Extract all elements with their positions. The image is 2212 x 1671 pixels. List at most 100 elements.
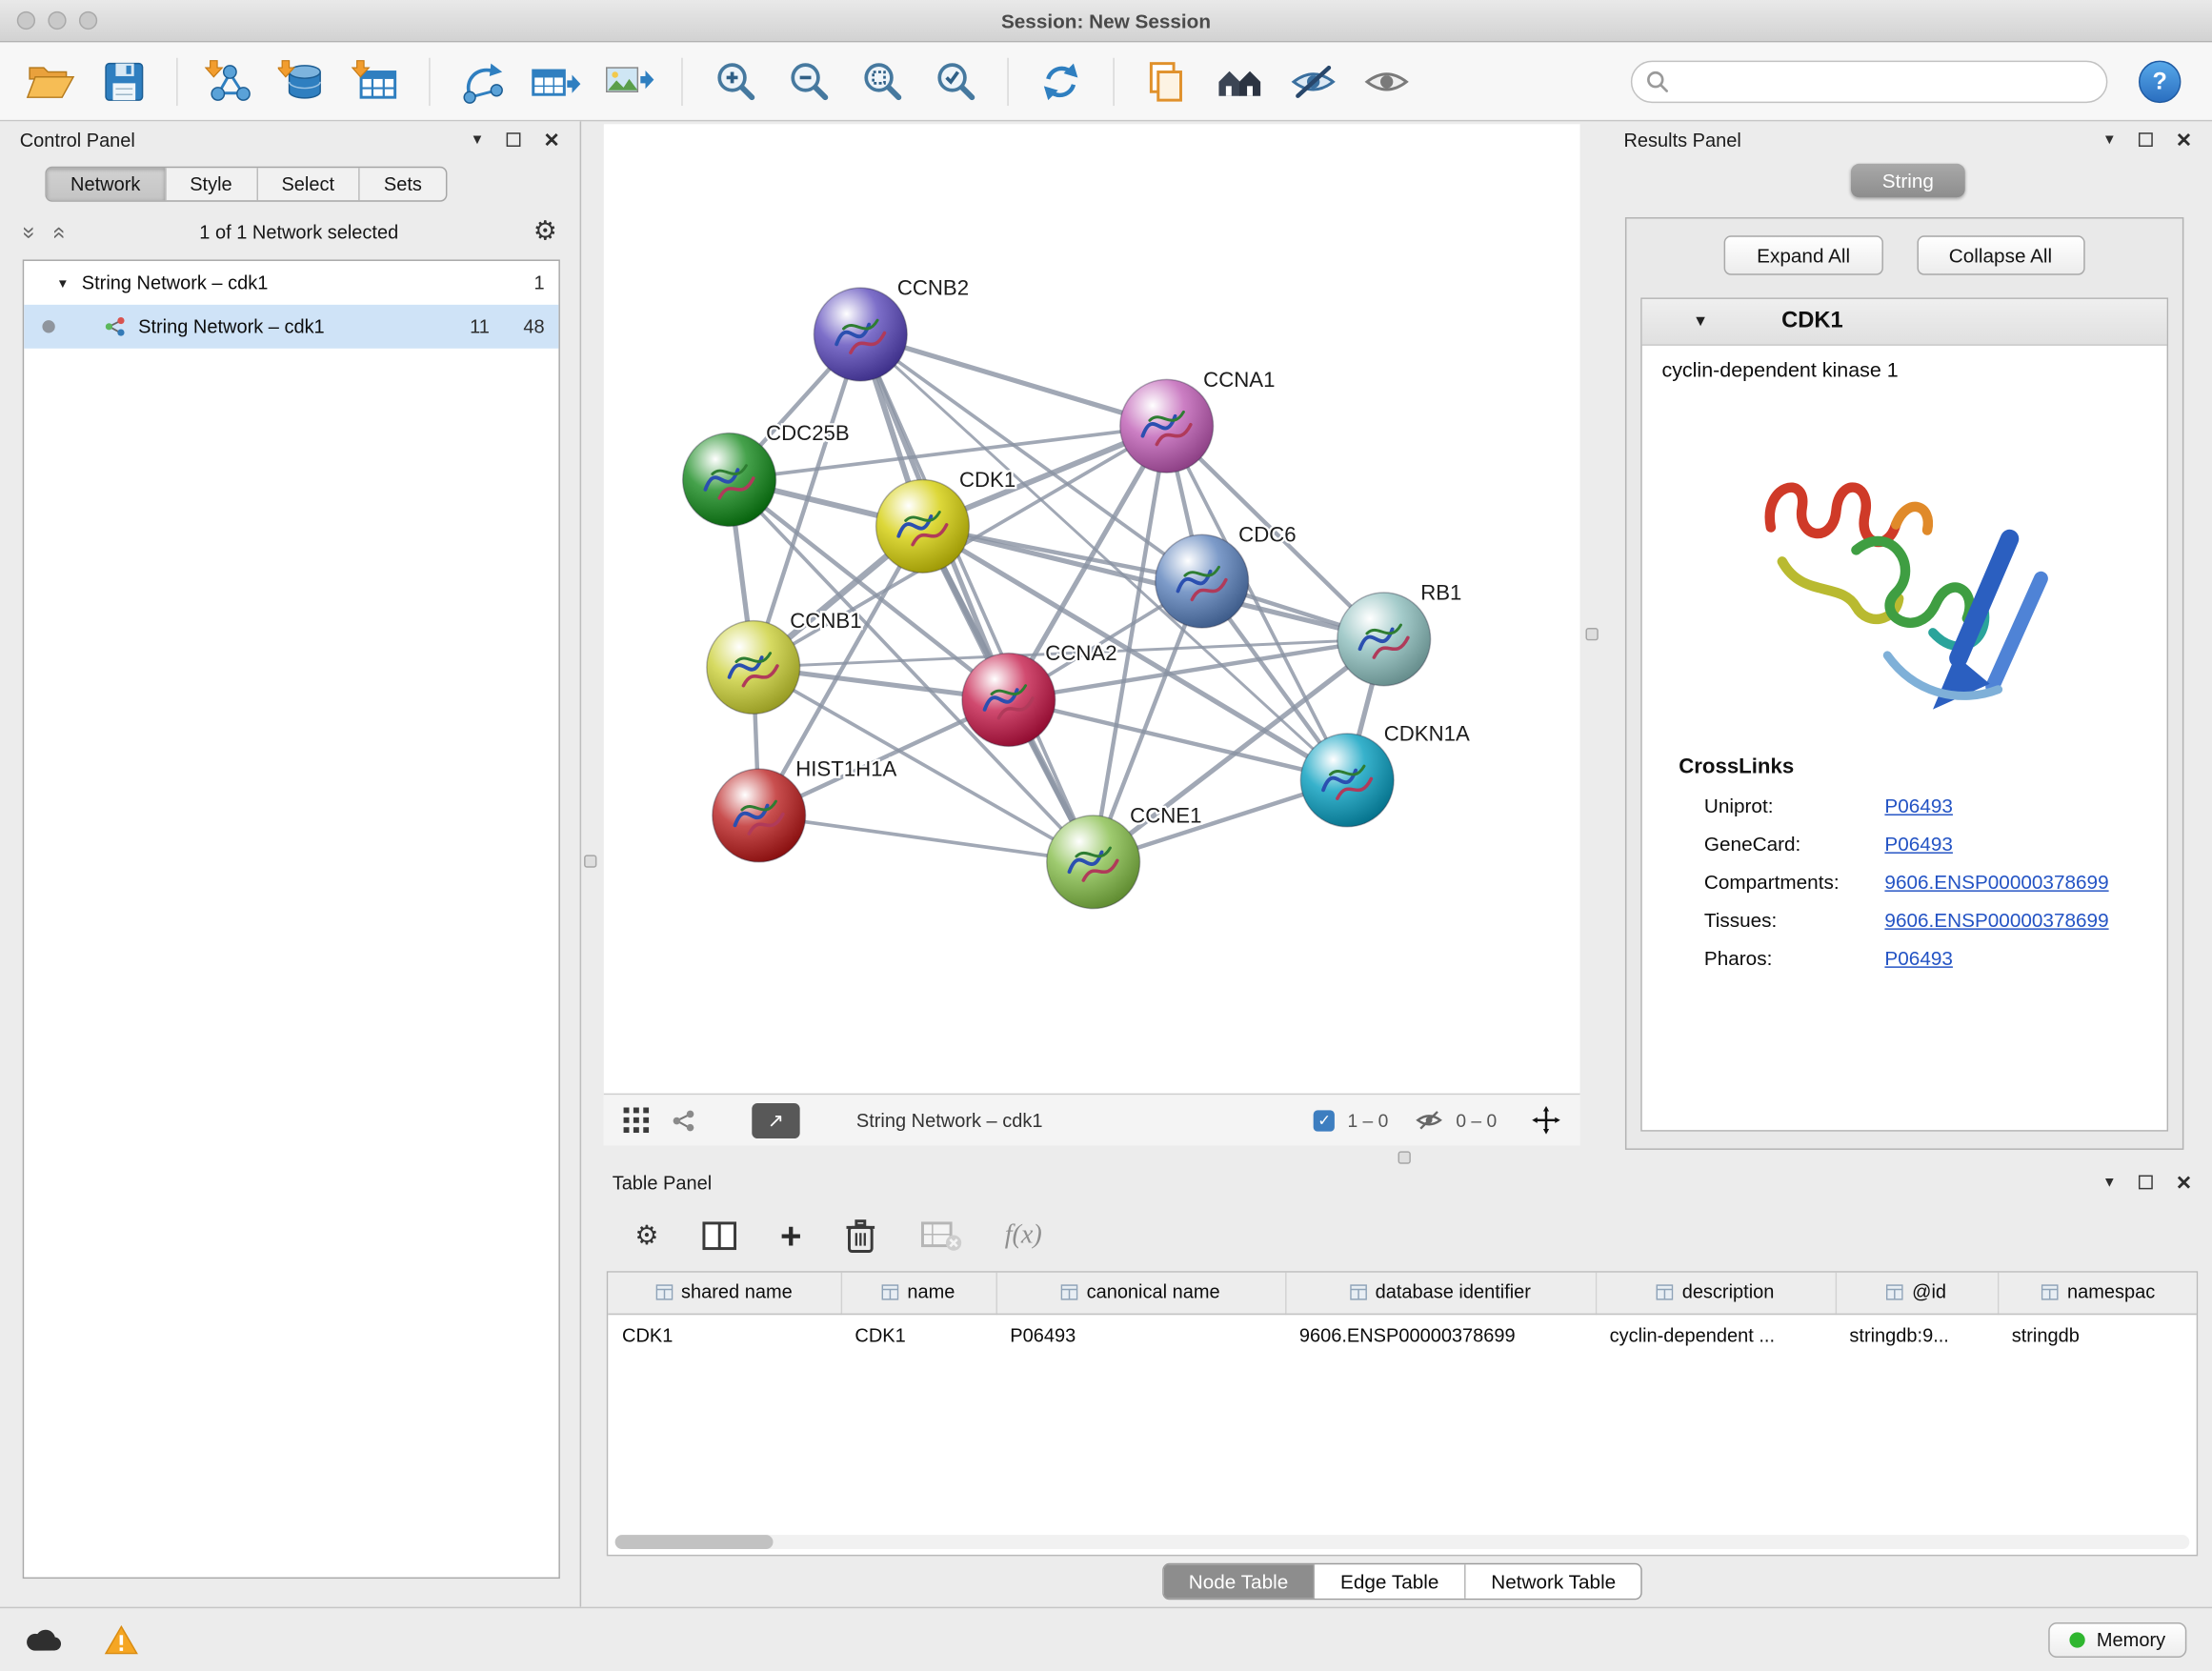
network-edge[interactable] [860, 334, 1093, 862]
zoom-window-button[interactable] [79, 11, 97, 30]
zoom-in-button[interactable] [701, 49, 769, 113]
panel-close-icon[interactable]: ✕ [544, 128, 560, 151]
cell-id[interactable]: stringdb:9... [1836, 1314, 1998, 1356]
network-edge[interactable] [860, 334, 1166, 426]
cell-database-identifier[interactable]: 9606.ENSP00000378699 [1285, 1314, 1596, 1356]
table-options-gear-icon[interactable]: ⚙ [634, 1222, 658, 1249]
close-window-button[interactable] [17, 11, 35, 30]
pan-crosshair-icon[interactable] [1532, 1106, 1560, 1135]
crosslink-link[interactable]: P06493 [1884, 947, 1952, 970]
tab-network-table[interactable]: Network Table [1466, 1564, 1641, 1599]
network-edge[interactable] [922, 526, 1383, 638]
panel-float-icon[interactable] [2139, 132, 2153, 147]
cell-name[interactable]: CDK1 [841, 1314, 996, 1356]
network-node-CDC6[interactable] [1156, 534, 1249, 628]
cell-shared-name[interactable]: CDK1 [608, 1314, 840, 1356]
open-in-new-window-button[interactable]: ↗ [752, 1102, 799, 1137]
export-table-button[interactable] [522, 49, 590, 113]
tab-select[interactable]: Select [257, 168, 359, 200]
memory-button[interactable]: Memory [2049, 1621, 2187, 1657]
show-all-button[interactable] [1353, 49, 1420, 113]
column-header[interactable]: namespac [1998, 1273, 2198, 1314]
hide-selected-button[interactable] [1279, 49, 1347, 113]
scrollbar-thumb[interactable] [615, 1535, 774, 1549]
crosslink-link[interactable]: P06493 [1884, 795, 1952, 817]
open-session-button[interactable] [17, 49, 85, 113]
import-network-file-button[interactable] [196, 49, 264, 113]
horizontal-scrollbar[interactable] [615, 1535, 2190, 1549]
minimize-window-button[interactable] [48, 11, 66, 30]
panel-float-icon[interactable] [2139, 1176, 2153, 1190]
show-columns-icon[interactable] [701, 1218, 738, 1253]
network-node-RB1[interactable] [1337, 593, 1431, 686]
table-row[interactable]: CDK1 CDK1 P06493 9606.ENSP00000378699 cy… [608, 1314, 2198, 1356]
tab-sets[interactable]: Sets [360, 168, 446, 200]
zoom-selected-button[interactable] [921, 49, 989, 113]
network-collection-row[interactable]: ▼ String Network – cdk1 1 [24, 261, 558, 305]
results-tab-string[interactable]: String [1851, 164, 1964, 198]
network-node-CCNE1[interactable] [1047, 815, 1140, 909]
network-options-gear-icon[interactable]: ⚙ [533, 219, 557, 246]
column-header[interactable]: canonical name [995, 1273, 1285, 1314]
import-table-file-button[interactable] [343, 49, 411, 113]
column-header[interactable]: name [841, 1273, 996, 1314]
panel-dock-icon[interactable]: ▼ [471, 131, 485, 147]
create-column-icon[interactable]: + [780, 1218, 801, 1255]
splitter-handle[interactable] [584, 855, 596, 867]
crosslink-link[interactable]: P06493 [1884, 833, 1952, 856]
panel-dock-icon[interactable]: ▼ [2102, 131, 2117, 147]
collapse-all-networks-icon[interactable]: « [47, 226, 70, 238]
panel-close-icon[interactable]: ✕ [2176, 1170, 2192, 1194]
save-session-button[interactable] [90, 49, 158, 113]
network-canvas[interactable]: CCNB2CCNA1CDC25BCDK1CDC6RB1CCNB1CCNA2CDK… [604, 124, 1580, 1093]
import-network-database-button[interactable] [270, 49, 337, 113]
cell-canonical-name[interactable]: P06493 [995, 1314, 1285, 1356]
collection-disclosure-icon[interactable]: ▼ [56, 276, 69, 291]
tab-edge-table[interactable]: Edge Table [1315, 1564, 1465, 1599]
splitter-handle[interactable] [1585, 628, 1598, 640]
function-builder-icon[interactable]: f(x) [1005, 1220, 1042, 1252]
network-node-CDC25B[interactable] [683, 433, 776, 527]
column-header[interactable]: database identifier [1285, 1273, 1596, 1314]
network-node-CDKN1A[interactable] [1300, 734, 1394, 827]
crosslink-link[interactable]: 9606.ENSP00000378699 [1884, 909, 2108, 932]
cell-description[interactable]: cyclin-dependent ... [1596, 1314, 1836, 1356]
help-button[interactable]: ? [2139, 60, 2181, 102]
gene-disclosure-icon[interactable]: ▼ [1693, 313, 1708, 331]
first-neighbors-button[interactable] [1206, 49, 1274, 113]
cloud-icon[interactable] [26, 1626, 63, 1652]
network-node-CDK1[interactable] [876, 479, 970, 573]
delete-column-icon[interactable] [844, 1218, 878, 1255]
column-header[interactable]: @id [1836, 1273, 1998, 1314]
network-node-CCNA2[interactable] [962, 654, 1056, 747]
refresh-layout-button[interactable] [1027, 49, 1095, 113]
expand-all-networks-icon[interactable]: « [17, 226, 40, 238]
zoom-out-button[interactable] [774, 49, 842, 113]
network-node-CCNB1[interactable] [707, 621, 800, 715]
network-node-CCNB2[interactable] [814, 288, 907, 381]
panel-float-icon[interactable] [507, 132, 521, 147]
expand-all-button[interactable]: Expand All [1724, 235, 1882, 274]
search-input[interactable] [1679, 70, 2092, 91]
tab-node-table[interactable]: Node Table [1163, 1564, 1315, 1599]
copy-button[interactable] [1133, 49, 1200, 113]
new-network-button[interactable] [449, 49, 516, 113]
tab-network[interactable]: Network [47, 168, 166, 200]
birdseye-view-icon[interactable] [624, 1107, 650, 1133]
warning-icon[interactable] [105, 1624, 139, 1654]
selected-checkbox-icon[interactable]: ✓ [1314, 1110, 1335, 1131]
zoom-fit-button[interactable] [848, 49, 915, 113]
crosslink-link[interactable]: 9606.ENSP00000378699 [1884, 871, 2108, 894]
collapse-all-button[interactable]: Collapse All [1917, 235, 2084, 274]
network-node-HIST1H1A[interactable] [713, 769, 806, 862]
share-network-icon[interactable] [672, 1108, 695, 1132]
splitter-handle[interactable] [1398, 1151, 1411, 1163]
tab-style[interactable]: Style [166, 168, 257, 200]
panel-dock-icon[interactable]: ▼ [2102, 1175, 2117, 1190]
export-image-button[interactable] [595, 49, 663, 113]
network-row[interactable]: String Network – cdk1 11 48 [24, 305, 558, 349]
network-node-CCNA1[interactable] [1120, 379, 1214, 473]
column-header[interactable]: description [1596, 1273, 1836, 1314]
panel-close-icon[interactable]: ✕ [2176, 128, 2192, 151]
network-edge[interactable] [759, 815, 1094, 862]
